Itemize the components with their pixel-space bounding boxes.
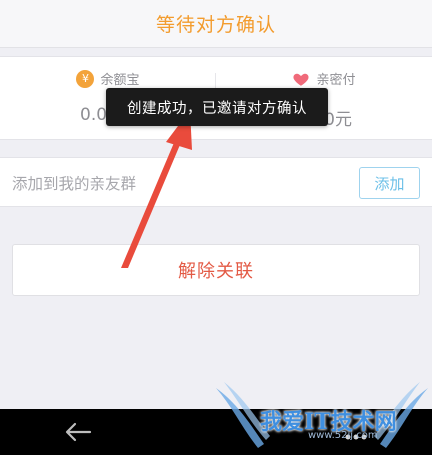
family-group-label: 添加到我的亲友群 (12, 175, 137, 193)
add-button[interactable]: 添加 (359, 167, 420, 199)
intimate-pay-label: 亲密付 (316, 73, 356, 88)
heart-icon (293, 73, 310, 86)
unlink-button[interactable]: 解除关联 (12, 244, 420, 296)
top-bar: 等待对方确认 (0, 0, 432, 48)
family-group-row: 添加到我的亲友群 添加 (0, 157, 432, 207)
system-nav-bar (0, 409, 432, 455)
toast-message: 创建成功，已邀请对方确认 (106, 88, 328, 126)
back-arrow-icon[interactable] (64, 421, 92, 443)
coin-icon: ¥ (76, 69, 95, 88)
yuebao-label: 余额宝 (100, 73, 140, 88)
page-title: 等待对方确认 (155, 14, 276, 36)
toast-text: 创建成功，已邀请对方确认 (127, 100, 307, 117)
